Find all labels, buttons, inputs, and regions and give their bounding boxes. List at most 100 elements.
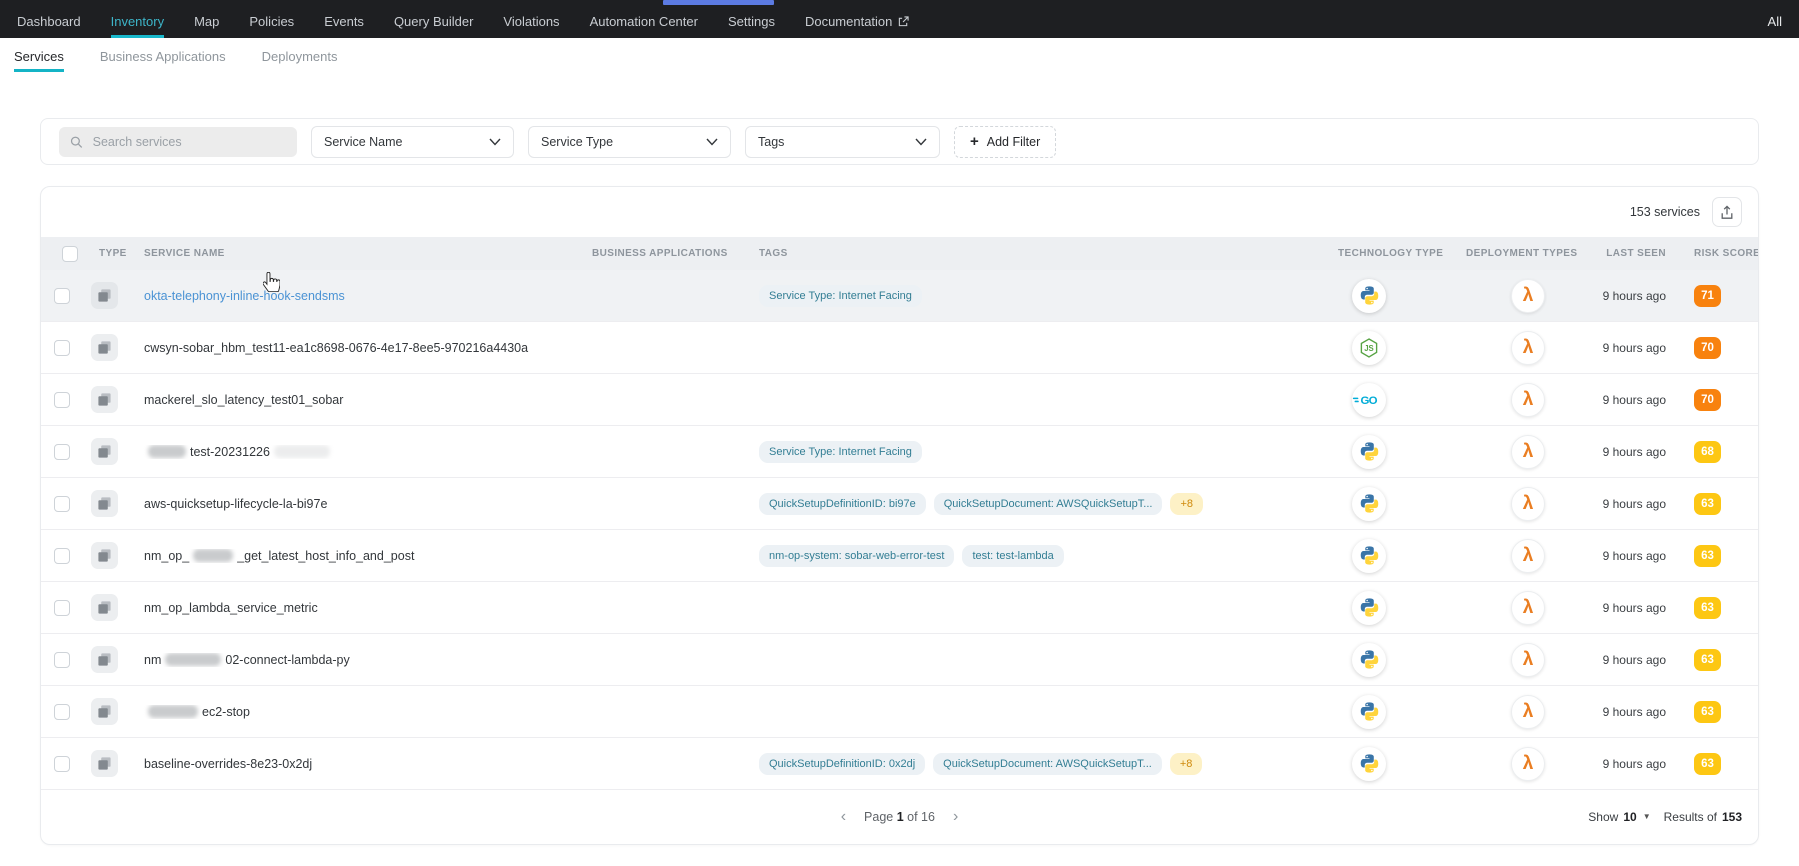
- lambda-icon: λ: [1511, 382, 1545, 417]
- nav-label: Documentation: [804, 13, 893, 29]
- nav-item-automation-center[interactable]: Automation Center: [590, 0, 698, 38]
- nav-item-map[interactable]: Map: [194, 0, 219, 38]
- lambda-icon: λ: [1511, 278, 1545, 313]
- row-checkbox[interactable]: [54, 703, 70, 720]
- last-seen: 9 hours ago: [1602, 756, 1666, 771]
- tag-pill[interactable]: QuickSetupDefinitionID: bi97e: [759, 492, 926, 515]
- nav-item-inventory[interactable]: Inventory: [111, 0, 164, 38]
- service-type-icon: [91, 698, 118, 725]
- service-type-icon: [91, 594, 118, 621]
- lambda-icon: λ: [1511, 330, 1545, 365]
- service-name-text[interactable]: nm: [144, 653, 161, 667]
- lambda-icon: λ: [1511, 642, 1545, 677]
- redacted-text: [273, 445, 330, 458]
- row-checkbox[interactable]: [54, 599, 70, 616]
- nav-item-settings[interactable]: Settings: [728, 0, 775, 38]
- service-name-text[interactable]: _get_latest_host_info_and_post: [237, 549, 414, 563]
- tag-pill[interactable]: QuickSetupDocument: AWSQuickSetupT...: [933, 492, 1163, 515]
- row-checkbox[interactable]: [54, 651, 70, 668]
- service-name-text[interactable]: mackerel_slo_latency_test01_sobar: [144, 393, 343, 407]
- last-seen: 9 hours ago: [1602, 600, 1666, 615]
- row-checkbox[interactable]: [54, 547, 70, 564]
- service-name-link[interactable]: okta-telephony-inline-hook-sendsms: [144, 289, 345, 303]
- tag-overflow-badge[interactable]: +8: [1169, 752, 1203, 775]
- chevron-down-icon: [915, 138, 927, 146]
- tag-overflow-badge[interactable]: +8: [1170, 492, 1203, 515]
- tag-pill[interactable]: QuickSetupDefinitionID: 0x2dj: [759, 752, 926, 775]
- row-checkbox[interactable]: [54, 391, 70, 408]
- service-name-text[interactable]: nm_op_lambda_service_metric: [144, 601, 318, 615]
- tag-pill[interactable]: nm-op-system: sobar-web-error-test: [759, 544, 955, 567]
- python-icon: [1360, 702, 1378, 721]
- export-button[interactable]: [1712, 197, 1742, 227]
- service-name-text[interactable]: aws-quicksetup-lifecycle-la-bi97e: [144, 497, 327, 511]
- service-name-text[interactable]: 02-connect-lambda-py: [225, 653, 349, 667]
- service-type-dropdown[interactable]: Service Type: [528, 125, 731, 158]
- tab-services[interactable]: Services: [14, 38, 64, 72]
- redacted-text: [165, 653, 222, 666]
- next-page-button[interactable]: ›: [949, 808, 962, 826]
- previous-page-button[interactable]: ‹: [837, 808, 850, 826]
- row-checkbox[interactable]: [54, 339, 70, 356]
- nav-item-dashboard[interactable]: Dashboard: [17, 0, 81, 38]
- tag-pill[interactable]: Service Type: Internet Facing: [759, 440, 922, 463]
- last-seen: 9 hours ago: [1602, 496, 1666, 511]
- nav-item-events[interactable]: Events: [324, 0, 364, 38]
- tags-dropdown[interactable]: Tags: [745, 125, 940, 158]
- tab-deployments[interactable]: Deployments: [262, 38, 338, 72]
- tag-pill[interactable]: test: test-lambda: [962, 544, 1064, 567]
- risk-score-badge: 63: [1694, 492, 1721, 515]
- caret-down-icon[interactable]: ▼: [1643, 812, 1651, 821]
- nav-label: Query Builder: [393, 13, 474, 29]
- service-name-text[interactable]: ec2-stop: [202, 705, 250, 719]
- add-filter-button[interactable]: + Add Filter: [954, 125, 1057, 158]
- search-icon: [70, 136, 83, 148]
- service-name-cell: okta-telephony-inline-hook-sendsms: [136, 289, 584, 303]
- search-input[interactable]: [90, 133, 286, 150]
- service-type-icon: [91, 334, 118, 361]
- service-type-icon: [91, 750, 118, 777]
- row-checkbox[interactable]: [54, 443, 70, 460]
- table-body: okta-telephony-inline-hook-sendsms Servi…: [41, 270, 1758, 790]
- tag-pill[interactable]: QuickSetupDocument: AWSQuickSetupT...: [933, 752, 1162, 775]
- service-name-text[interactable]: test-20231226: [190, 445, 270, 459]
- service-name-text[interactable]: nm_op_: [144, 549, 189, 563]
- nav-item-query-builder[interactable]: Query Builder: [394, 0, 473, 38]
- nav-label: Automation Center: [589, 13, 698, 29]
- nav-label: Events: [324, 13, 364, 29]
- risk-score-badge: 63: [1694, 544, 1721, 567]
- service-name-text[interactable]: baseline-overrides-8e23-0x2dj: [144, 757, 312, 771]
- tag-pill[interactable]: Service Type: Internet Facing: [759, 284, 922, 307]
- nav-item-violations[interactable]: Violations: [503, 0, 559, 38]
- select-all-checkbox[interactable]: [62, 245, 78, 262]
- column-header-last-seen: LAST SEEN: [1606, 248, 1666, 259]
- column-header-business-applications: BUSINESS APPLICATIONS: [592, 248, 728, 259]
- nav-item-documentation[interactable]: Documentation: [804, 0, 910, 38]
- dropdown-label: Service Type: [541, 134, 614, 149]
- scope-selector-all[interactable]: All: [1768, 0, 1782, 38]
- row-checkbox[interactable]: [54, 495, 70, 512]
- technology-badge: [1352, 278, 1386, 313]
- show-value-dropdown[interactable]: 10: [1623, 810, 1636, 824]
- technology-badge: [1352, 746, 1386, 781]
- risk-score-badge: 71: [1694, 284, 1721, 307]
- technology-badge: [1352, 642, 1386, 677]
- service-name-text[interactable]: cwsyn-sobar_hbm_test11-ea1c8698-0676-4e1…: [144, 341, 528, 355]
- column-header-risk-score: RISK SCORE: [1694, 248, 1759, 259]
- row-checkbox[interactable]: [54, 755, 70, 772]
- python-icon: [1360, 650, 1378, 669]
- last-seen: 9 hours ago: [1602, 288, 1666, 303]
- row-checkbox[interactable]: [54, 287, 70, 304]
- nav-item-policies[interactable]: Policies: [249, 0, 294, 38]
- last-seen: 9 hours ago: [1602, 548, 1666, 563]
- risk-score-badge: 70: [1694, 336, 1721, 359]
- scope-label: All: [1767, 13, 1782, 29]
- python-icon: [1360, 598, 1378, 617]
- table-summary-row: 153 services: [41, 187, 1758, 237]
- chevron-down-icon: [706, 138, 718, 146]
- tab-business-applications[interactable]: Business Applications: [100, 38, 226, 72]
- service-name-dropdown[interactable]: Service Name: [311, 125, 514, 158]
- last-seen: 9 hours ago: [1602, 652, 1666, 667]
- service-type-icon: [91, 490, 118, 517]
- service-type-icon: [91, 646, 118, 673]
